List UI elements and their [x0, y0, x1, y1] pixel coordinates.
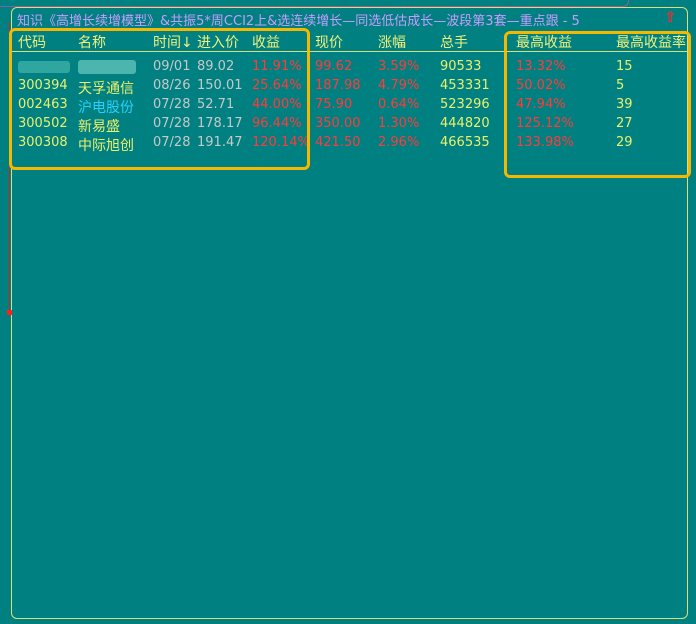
highlight-box-left — [9, 28, 310, 170]
arrow-up-icon[interactable]: ⇧ — [664, 8, 677, 26]
cell-change: 1.30% — [378, 116, 420, 131]
cell-current-price: 187.98 — [315, 78, 361, 93]
cell-current-price: 421.50 — [315, 135, 361, 150]
cell-volume: 444820 — [440, 116, 490, 131]
window-title: 知识《高增长续增模型》&共振5*周CCI2上&选连续增长—同选低估成长—波段第3… — [17, 10, 647, 29]
column-header-current-price[interactable]: 现价 — [315, 32, 343, 52]
cell-current-price: 350.00 — [315, 116, 361, 131]
cell-change: 3.59% — [378, 59, 420, 74]
cell-current-price: 75.90 — [315, 97, 353, 112]
cell-volume: 466535 — [440, 135, 490, 150]
cell-volume: 453331 — [440, 78, 490, 93]
top-strip — [0, 0, 629, 7]
column-header-volume[interactable]: 总手 — [440, 32, 468, 52]
cell-change: 0.64% — [378, 97, 420, 112]
highlight-box-right — [504, 31, 691, 178]
title-count: - 5 — [562, 14, 580, 29]
title-text: 知识《高增长续增模型》&共振5*周CCI2上&选连续增长—同选低估成长—波段第3… — [17, 14, 559, 29]
cell-volume: 90533 — [440, 59, 482, 74]
left-indicator-dot — [7, 310, 12, 315]
cell-change: 2.96% — [378, 135, 420, 150]
column-header-change[interactable]: 涨幅 — [378, 32, 406, 52]
cell-change: 4.79% — [378, 78, 420, 93]
cell-volume: 523296 — [440, 97, 490, 112]
cell-current-price: 99.62 — [315, 59, 353, 74]
